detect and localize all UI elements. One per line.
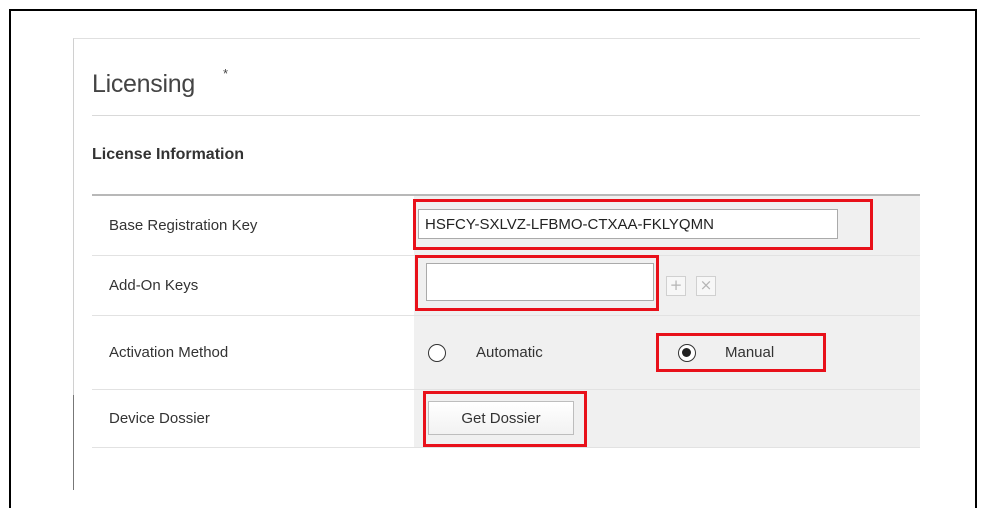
automatic-radio-label[interactable]: Automatic <box>476 344 543 361</box>
device-dossier-label: Device Dossier <box>109 410 210 427</box>
row-device-dossier: Device Dossier Get Dossier <box>92 390 920 448</box>
title-divider <box>92 115 920 116</box>
base-registration-key-cell <box>414 196 920 255</box>
panel-edge <box>73 395 74 490</box>
device-dossier-cell: Get Dossier <box>414 390 920 447</box>
base-registration-key-label: Base Registration Key <box>109 217 258 234</box>
add-on-keys-label: Add-On Keys <box>109 277 199 294</box>
plus-icon[interactable]: + <box>666 276 686 296</box>
row-activation-method: Activation Method Automatic Manual <box>92 316 920 390</box>
get-dossier-button[interactable]: Get Dossier <box>428 401 574 435</box>
close-icon[interactable]: × <box>696 276 716 296</box>
automatic-radio[interactable] <box>428 344 446 362</box>
page-title: Licensing <box>92 70 195 98</box>
required-marker: * <box>223 66 229 81</box>
add-on-keys-cell: + × <box>414 256 920 315</box>
row-base-registration-key: Base Registration Key <box>92 196 920 256</box>
row-add-on-keys: Add-On Keys + × <box>92 256 920 316</box>
base-registration-key-input[interactable] <box>418 209 838 239</box>
activation-method-cell: Automatic Manual <box>414 316 920 389</box>
activation-method-label: Activation Method <box>109 344 229 361</box>
section-title: License Information <box>92 146 245 163</box>
manual-radio-label[interactable]: Manual <box>725 344 774 361</box>
manual-radio[interactable] <box>678 344 696 362</box>
add-on-keys-input[interactable] <box>426 263 654 301</box>
